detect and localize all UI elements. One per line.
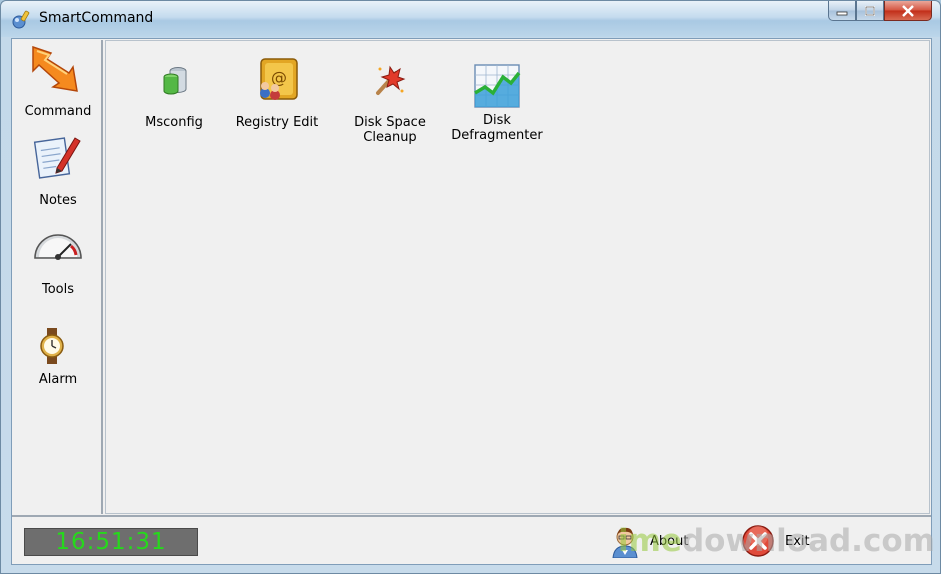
tool-msconfig[interactable]: Msconfig [119, 61, 229, 130]
close-button[interactable] [884, 1, 932, 21]
defrag-icon [474, 64, 521, 108]
close-icon [902, 4, 914, 17]
watch-icon [40, 328, 64, 364]
registry-icon: @ [260, 58, 298, 100]
sidebar: Command Notes Tools Alarm [13, 40, 103, 514]
tool-label-line1: Disk [483, 113, 511, 128]
app-window: SmartCommand Command Notes Tools Alarm M… [0, 0, 941, 574]
msconfig-icon [163, 67, 187, 95]
tools-panel: Msconfig @ Registry Edit Disk Space Clea… [105, 40, 930, 514]
sidebar-item-notes[interactable]: Notes [13, 130, 103, 214]
about-person-icon [612, 527, 638, 558]
tool-disk-defragmenter[interactable]: Disk Defragmenter [442, 63, 552, 143]
tool-label-line2: Defragmenter [451, 128, 543, 143]
digital-clock: 16:51:31 [24, 528, 198, 556]
tool-label-line1: Disk Space [354, 115, 426, 130]
about-button[interactable]: About [610, 523, 688, 559]
about-label: About [650, 533, 689, 549]
exit-icon [742, 525, 774, 557]
exit-button[interactable]: Exit [741, 523, 810, 559]
gauge-icon [34, 234, 82, 260]
app-icon [12, 10, 30, 29]
sidebar-item-label: Tools [41, 282, 75, 297]
cleanup-icon [376, 65, 406, 95]
sidebar-item-label: Command [24, 104, 92, 119]
notes-pen-icon [33, 137, 81, 179]
window-controls [828, 1, 932, 21]
sidebar-item-command[interactable]: Command [13, 40, 103, 126]
sidebar-item-label: Alarm [38, 372, 78, 387]
exit-label: Exit [785, 533, 810, 549]
title-bar[interactable]: SmartCommand [1, 1, 940, 37]
tool-registry-edit[interactable]: @ Registry Edit [222, 58, 332, 130]
sidebar-item-alarm[interactable]: Alarm [13, 310, 103, 394]
tool-label-line2: Cleanup [363, 130, 417, 145]
tool-label: Msconfig [145, 115, 203, 130]
command-arrow-icon [32, 45, 78, 92]
client-area: Command Notes Tools Alarm Msconfig @ Reg… [11, 38, 932, 565]
maximize-button[interactable] [856, 1, 884, 21]
status-bar: 16:51:31 About Exit [12, 515, 931, 564]
maximize-icon [865, 5, 875, 16]
minimize-button[interactable] [828, 1, 856, 21]
minimize-icon [836, 11, 848, 15]
tool-disk-space-cleanup[interactable]: Disk Space Cleanup [335, 59, 445, 145]
svg-text:@: @ [271, 68, 287, 87]
window-title: SmartCommand [39, 10, 154, 26]
tool-label: Registry Edit [235, 115, 319, 130]
sidebar-item-tools[interactable]: Tools [13, 220, 103, 304]
sidebar-item-label: Notes [39, 193, 77, 208]
